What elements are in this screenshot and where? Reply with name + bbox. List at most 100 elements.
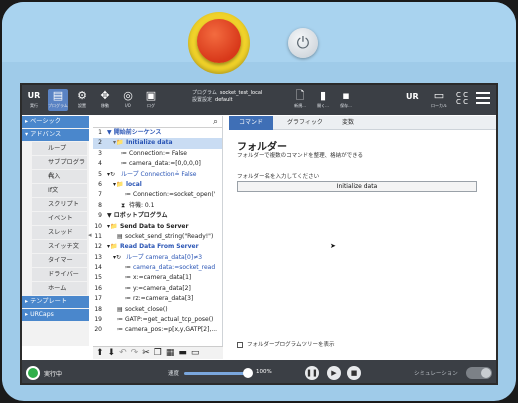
tree-row[interactable]: 6 ▾📁 local [93,180,222,190]
io-tab-label: I/O [125,103,131,108]
robot-status-icon[interactable] [26,366,40,380]
program-tab[interactable]: ▤ プログラム [48,89,68,111]
sidebar-category-basic[interactable]: ▸ ベーシック [22,116,89,128]
tree-row[interactable]: 10 ▾📁 Send Data to Server [93,222,222,232]
sidebar-item-subprogram[interactable]: サブプログラム [32,156,87,179]
tree-row[interactable]: 13 ▾↻ ループ camera_data[0]≠3 [93,253,222,263]
open-button[interactable]: ▮ 開く... [313,89,333,111]
program-tree: ⌕ 1 ▼ 開始前シーケンス 2 ▾📁 Initialize data 3 ≔ Conne… [93,116,223,346]
tree-row[interactable]: 5 ▾↻ ループ Connection≟ False [93,170,222,180]
menu-icon-bar [476,92,490,94]
sidebar-item-event[interactable]: イベント [32,212,87,225]
sidebar-item-home[interactable]: ホーム [32,282,87,295]
local-mode-button[interactable]: ▭ ローカル [427,89,451,111]
run-tab[interactable]: UR 実行 [26,89,42,111]
tree-node-label: ▼ 開始前シーケンス [107,129,162,136]
tab-command[interactable]: コマンド [229,116,274,130]
move-tab[interactable]: ✥ 移動 [95,89,115,111]
simulation-label: シミュレーション [414,371,458,377]
screen: UR 実行 ▤ プログラム ⚙ 設置 ✥ 移動 ◎ I/O ▣ ログ プログラム… [20,83,498,385]
stop-button[interactable]: ■ [347,366,361,380]
tree-row[interactable]: 17 ≔ rz:=camera_data[3] [93,294,222,304]
tree-row[interactable]: 2 ▾📁 Initialize data [93,138,222,149]
sidebar-item-loop[interactable]: ループ [32,142,87,155]
save-button[interactable]: ▪ 保存... [336,89,356,111]
installation-icon: ⚙ [77,89,87,102]
sidebar-category-advanced[interactable]: ▾ アドバンス [22,129,89,141]
menu-button[interactable] [476,92,490,107]
tree-row[interactable]: 3 ≔ Connection:= False [93,149,222,159]
sidebar-item-assignment[interactable]: 代入 [32,170,87,183]
sidebar-item-timer[interactable]: タイマー [32,254,87,267]
tree-row[interactable]: 16 ≔ y:=camera_data[2] [93,284,222,294]
tree-row[interactable]: 12 ▾📁 Read Data From Server [93,242,222,252]
pause-button[interactable]: ❚❚ [305,366,319,380]
simulation-toggle[interactable] [466,367,492,379]
move-down-icon[interactable]: ⬇ [108,348,119,358]
ur-mode-icon[interactable]: UR [406,92,419,101]
delete-icon[interactable]: ▬ [178,348,190,358]
tab-graphics[interactable]: グラフィック [277,116,333,130]
tree-node-label: camera_pos:=p[x,y,GATP[2],... [125,326,218,334]
tree-node-label: camera_data:=socket_read [133,264,216,272]
robot-status-text: 実行中 [44,371,63,378]
sidebar-item-thread[interactable]: スレッド [32,226,87,239]
tree-row[interactable]: 18 ▤ socket_close() [93,305,222,315]
tree-row[interactable]: 20 ≔ camera_pos:=p[x,y,GATP[2],... [93,325,222,335]
folder-icon: ▾📁 [113,180,124,188]
power-button[interactable]: ⏻ [288,28,318,58]
installation-tab[interactable]: ⚙ 設置 [72,89,92,111]
show-in-tree-checkbox[interactable] [237,341,243,348]
move-up-icon[interactable]: ⬆ [96,348,107,358]
line-number: 4 [98,160,102,168]
speed-slider-handle[interactable] [243,368,253,378]
speed-slider-track[interactable] [184,372,246,375]
tree-row[interactable]: 7 ≔ Connection:=socket_open(' [93,190,222,200]
show-in-tree-option[interactable]: フォルダープログラムツリーを表示 [237,340,335,348]
run-tab-label: 実行 [30,103,38,108]
line-number: 11 [94,232,102,240]
line-number: 12 [94,243,102,251]
tree-row[interactable]: 4 ≔ camera_data:=[0,0,0,0] [93,159,222,169]
log-tab[interactable]: ▣ ログ [141,89,161,111]
paste-icon[interactable]: ▦ [166,348,178,358]
installation-tab-label: 設置 [78,103,86,108]
tree-row[interactable]: 8 ⧗ 待機: 0.1 [93,201,222,211]
tab-variables[interactable]: 変数 [332,116,364,130]
suppress-icon[interactable]: ▭ [191,348,203,358]
tree-node-label: local [126,180,142,188]
assignment-icon: ≔ [121,149,127,157]
sidebar-category-label: ベーシック [30,118,61,125]
tree-row[interactable]: 14 ≔ camera_data:=socket_read [93,263,222,273]
tree-node-label: GATP:=get_actual_tcp_pose() [125,316,214,324]
sidebar-item-driver[interactable]: ドライバー [32,268,87,281]
new-file-button[interactable]: 🗋 新規... [290,89,310,111]
collapse-sidebar-icon[interactable]: ◂ [88,231,92,239]
sidebar-category-urcaps[interactable]: ▸ URCaps [22,309,89,321]
save-label: 保存... [340,103,352,108]
tree-node-label: Initialize data [126,139,173,147]
undo-icon[interactable]: ↶ [119,348,130,358]
tree-row[interactable]: 15 ≔ x:=camera_data[1] [93,273,222,283]
emergency-stop-button[interactable] [197,19,241,63]
assignment-icon: ≔ [125,191,131,199]
play-button[interactable]: ▶ [327,366,341,380]
robot-status-icon[interactable]: C CC C [456,92,468,106]
sidebar-item-if[interactable]: If文 [32,184,87,197]
sidebar-item-switch[interactable]: スイッチ文 [32,240,87,253]
copy-icon[interactable]: ❐ [154,348,165,358]
assignment-icon: ≔ [125,284,131,292]
tree-row[interactable]: 9 ▼ ロボットプログラム [93,211,222,221]
tree-row[interactable]: 11 ▤ socket_send_string("Ready!") [93,232,222,242]
mouse-cursor-icon: ➤ [330,242,336,250]
io-tab[interactable]: ◎ I/O [118,89,138,111]
local-mode-icon: ▭ [433,89,445,102]
sidebar-item-script[interactable]: スクリプト [32,198,87,211]
redo-icon[interactable]: ↷ [131,348,142,358]
tree-row[interactable]: 1 ▼ 開始前シーケンス [93,128,222,138]
sidebar-category-templates[interactable]: ▸ テンプレート [22,296,89,308]
tree-row[interactable]: 19 ≔ GATP:=get_actual_tcp_pose() [93,315,222,325]
folder-name-input[interactable]: Initialize data [237,181,477,192]
search-icon[interactable]: ⌕ [93,116,222,128]
cut-icon[interactable]: ✂ [142,348,153,358]
